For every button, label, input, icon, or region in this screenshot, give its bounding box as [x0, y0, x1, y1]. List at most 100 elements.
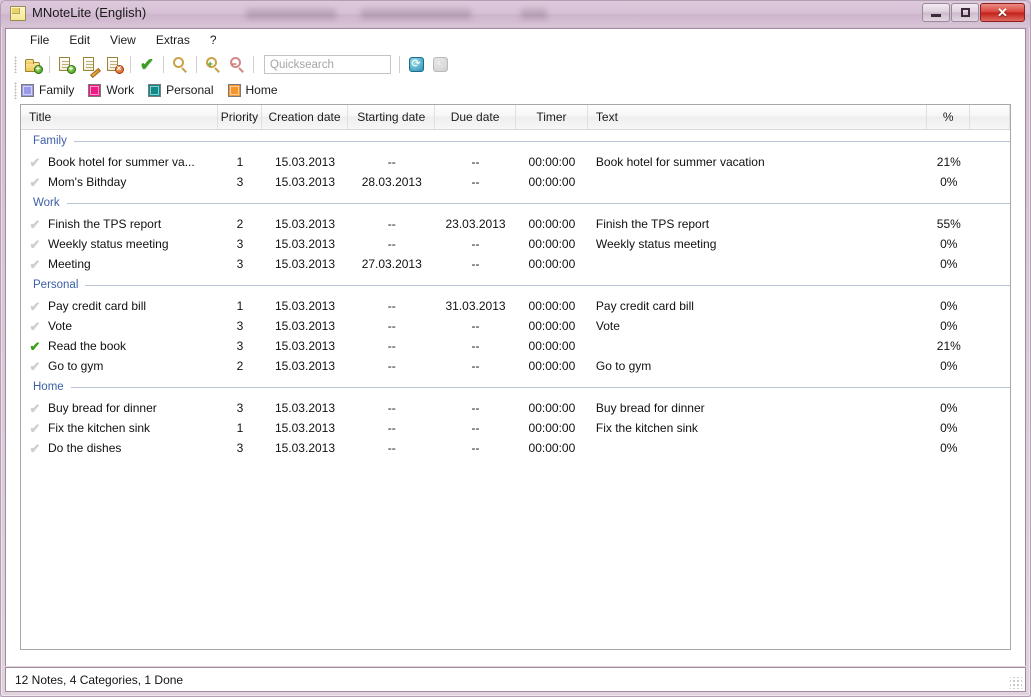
cell-priority: 1: [236, 421, 244, 435]
check-todo-icon[interactable]: ✔: [27, 238, 43, 251]
check-todo-icon[interactable]: ✔: [27, 402, 43, 415]
group-name: Family: [33, 135, 67, 147]
cell-due-date: --: [471, 401, 480, 415]
cell-due-date: --: [471, 359, 480, 373]
check-todo-icon[interactable]: ✔: [27, 176, 43, 189]
cell-percent: 0%: [940, 421, 958, 435]
cell-due-date: 23.03.2013: [445, 217, 506, 231]
category-filter-work[interactable]: Work: [88, 83, 134, 97]
legend-grip[interactable]: [14, 81, 17, 99]
table-row[interactable]: ✔ Mom's Bithday 3 15.03.2013 28.03.2013 -- 00:…: [21, 172, 1010, 192]
maximize-button[interactable]: [951, 3, 979, 22]
edit-note-button[interactable]: [79, 54, 101, 78]
table-row[interactable]: ✔ Buy bread for dinner 3 15.03.2013 -- -- 00:0…: [21, 398, 1010, 418]
check-todo-icon[interactable]: ✔: [27, 360, 43, 373]
menu-item-help[interactable]: ?: [200, 31, 227, 49]
column-header-priority[interactable]: Priority: [218, 105, 262, 129]
cell-creation-date: 15.03.2013: [274, 421, 336, 435]
color-swatch-icon: [88, 83, 102, 97]
cell-due-date: --: [471, 441, 480, 455]
cell-text: Buy bread for dinner: [595, 401, 705, 415]
column-header-spacer[interactable]: [970, 105, 1010, 129]
cell-creation-date: 15.03.2013: [274, 237, 336, 251]
category-filter-personal[interactable]: Personal: [148, 83, 214, 97]
column-header-timer[interactable]: Timer: [516, 105, 588, 129]
resize-grip[interactable]: [1010, 677, 1022, 689]
collapse-all-button[interactable]: −: [226, 54, 248, 76]
table-row[interactable]: ✔ Go to gym 2 15.03.2013 -- -- 00:00:00 Go to g…: [21, 356, 1010, 376]
check-todo-icon[interactable]: ✔: [27, 300, 43, 313]
group-header-home[interactable]: Home: [21, 376, 1010, 398]
table-row[interactable]: ✔ Weekly status meeting 3 15.03.2013 -- -- 00:…: [21, 234, 1010, 254]
mark-done-button[interactable]: ✔: [136, 54, 158, 76]
column-header-title[interactable]: Title: [21, 105, 219, 129]
cell-title: ✔ Finish the TPS report: [21, 217, 218, 231]
column-header-creation-date[interactable]: Creation date: [262, 105, 349, 129]
close-button[interactable]: ✕: [980, 3, 1025, 22]
check-done-icon[interactable]: ✔: [27, 340, 43, 353]
cell-starting-date: --: [387, 441, 396, 455]
check-todo-icon[interactable]: ✔: [27, 422, 43, 435]
maximize-icon: [952, 4, 978, 21]
check-todo-icon[interactable]: ✔: [27, 258, 43, 271]
cell-due-date: 31.03.2013: [445, 299, 506, 313]
menu-item-file[interactable]: File: [20, 31, 59, 49]
group-header-family[interactable]: Family: [21, 130, 1010, 152]
expand-all-button[interactable]: +: [202, 54, 224, 76]
cell-creation-date: 15.03.2013: [274, 339, 336, 353]
check-todo-icon[interactable]: ✔: [27, 156, 43, 169]
category-filter-family[interactable]: Family: [21, 83, 74, 97]
table-row[interactable]: ✔ Do the dishes 3 15.03.2013 -- -- 00:00:00 0%: [21, 438, 1010, 458]
column-header-due-date[interactable]: Due date: [435, 105, 516, 129]
column-header-percent[interactable]: %: [927, 105, 971, 129]
column-header-starting-date[interactable]: Starting date: [348, 105, 436, 129]
table-row[interactable]: ✔ Finish the TPS report 2 15.03.2013 -- 23.03…: [21, 214, 1010, 234]
group-header-personal[interactable]: Personal: [21, 274, 1010, 296]
cell-due-date: --: [471, 319, 480, 333]
table-row[interactable]: ✔ Meeting 3 15.03.2013 27.03.2013 -- 00:00:00 0…: [21, 254, 1010, 274]
note-title: Finish the TPS report: [48, 217, 162, 231]
cell-percent: 0%: [940, 299, 958, 313]
table-row[interactable]: ✔ Book hotel for summer va... 1 15.03.2013 -…: [21, 152, 1010, 172]
column-header-text[interactable]: Text: [588, 105, 928, 129]
cell-percent: 21%: [936, 155, 961, 169]
cell-text: Fix the kitchen sink: [595, 421, 698, 435]
search-input[interactable]: [264, 55, 391, 74]
menu-item-edit[interactable]: Edit: [59, 31, 100, 49]
cell-creation-date: 15.03.2013: [274, 155, 336, 169]
cell-starting-date: --: [387, 299, 396, 313]
status-text: 12 Notes, 4 Categories, 1 Done: [15, 672, 184, 687]
menu-item-view[interactable]: View: [100, 31, 146, 49]
category-filter-home[interactable]: Home: [227, 83, 278, 97]
minimize-button[interactable]: [922, 3, 950, 22]
sync-icon: ⟳: [408, 56, 425, 73]
check-todo-icon[interactable]: ✔: [27, 442, 43, 455]
note-title: Pay credit card bill: [48, 299, 147, 313]
client-area: File Edit View Extras ? + + × ✔ + − Quic…: [5, 28, 1026, 693]
toolbar-grip[interactable]: [14, 56, 17, 73]
cell-text: Vote: [595, 319, 620, 333]
cell-creation-date: 15.03.2013: [274, 441, 336, 455]
group-header-work[interactable]: Work: [21, 192, 1010, 214]
cell-percent: 0%: [940, 441, 958, 455]
cell-percent: 0%: [940, 257, 958, 271]
refresh-button[interactable]: ⟳: [405, 54, 427, 76]
cell-priority: 3: [236, 441, 244, 455]
new-note-button[interactable]: +: [55, 54, 77, 76]
check-todo-icon[interactable]: ✔: [27, 320, 43, 333]
table-row[interactable]: ✔ Pay credit card bill 1 15.03.2013 -- 31.03.…: [21, 296, 1010, 316]
table-row[interactable]: ✔ Fix the kitchen sink 1 15.03.2013 -- -- 00:0…: [21, 418, 1010, 438]
note-title: Weekly status meeting: [48, 237, 169, 251]
color-swatch-icon: [21, 83, 34, 97]
cell-percent: 0%: [940, 359, 958, 373]
check-todo-icon[interactable]: ✔: [27, 218, 43, 231]
table-row[interactable]: ✔ Read the book 3 15.03.2013 -- -- 00:00:00 21%: [21, 336, 1010, 356]
cell-priority: 3: [236, 237, 244, 251]
new-category-button[interactable]: +: [22, 54, 44, 76]
ghost-watermark-1: [246, 9, 336, 19]
search-button[interactable]: [169, 54, 191, 76]
cell-percent: 0%: [940, 237, 958, 251]
menu-item-extras[interactable]: Extras: [146, 31, 200, 49]
table-row[interactable]: ✔ Vote 3 15.03.2013 -- -- 00:00:00 Vote 0%: [21, 316, 1010, 336]
delete-note-button[interactable]: ×: [103, 54, 125, 76]
